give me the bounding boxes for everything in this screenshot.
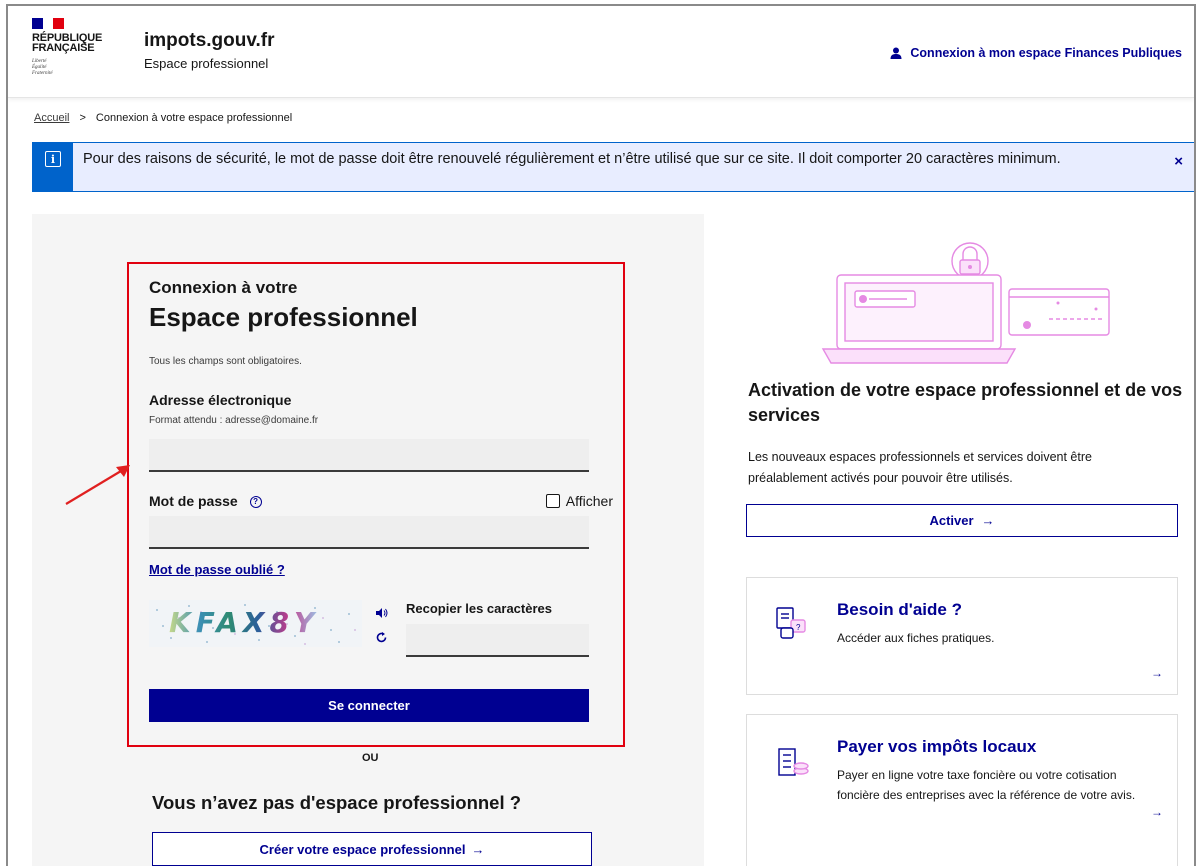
help-documents-icon: ? [776, 607, 806, 639]
header-login-link[interactable]: Connexion à mon espace Finances Publique… [890, 46, 1182, 60]
captcha-text: KFAX8Y [169, 606, 320, 639]
login-title: Espace professionnel [149, 302, 418, 332]
required-fields-note: Tous les champs sont obligatoires. [149, 356, 302, 367]
republic-motto: Liberté Égalité Fraternité [32, 59, 53, 76]
help-card[interactable]: ? Besoin d'aide ? Accéder aux fiches pra… [746, 577, 1178, 695]
laptop-illustration [821, 242, 1110, 364]
republique-francaise-logo[interactable]: RÉPUBLIQUE FRANÇAISE Liberté Égalité Fra… [32, 18, 102, 77]
email-field[interactable] [149, 439, 589, 472]
arrow-right-icon: → [981, 513, 995, 528]
arrow-right-icon: → [1151, 666, 1163, 680]
password-label: Mot de passe [149, 493, 238, 509]
annotation-arrow-icon [65, 465, 130, 505]
no-account-title: Vous n’avez pas d'espace professionnel ? [152, 792, 522, 813]
site-header: RÉPUBLIQUE FRANÇAISE Liberté Égalité Fra… [8, 6, 1194, 98]
login-form: Connexion à votre Espace professionnel T… [127, 262, 625, 747]
notice-text: Pour des raisons de sécurité, le mot de … [83, 151, 1061, 167]
activate-label: Activer [929, 513, 974, 528]
speaker-icon[interactable] [376, 608, 388, 621]
site-title[interactable]: impots.gouv.fr [144, 30, 275, 52]
coins-building-icon [778, 748, 809, 776]
create-account-label: Créer votre espace professionnel [259, 841, 466, 857]
local-taxes-card-description: Payer en ligne votre taxe foncière ou vo… [837, 768, 1136, 802]
help-icon[interactable]: ? [249, 496, 262, 509]
show-password-label: Afficher [565, 493, 613, 509]
captcha-image: KFAX8Y [149, 600, 362, 647]
header-login-label: Connexion à mon espace Finances Publique… [910, 46, 1182, 60]
help-card-description: Accéder aux fiches pratiques. [837, 631, 995, 645]
refresh-icon[interactable] [376, 632, 387, 646]
breadcrumb-current: Connexion à votre espace professionnel [95, 112, 293, 124]
create-account-button[interactable]: Créer votre espace professionnel → [152, 832, 592, 866]
password-field[interactable] [149, 516, 589, 549]
french-flag-icon [32, 18, 65, 29]
activation-title: Activation de votre espace professionnel… [748, 380, 1183, 425]
arrow-right-icon: → [1151, 805, 1163, 819]
login-pretitle: Connexion à votre [149, 278, 298, 297]
login-panel: Connexion à votre Espace professionnel T… [32, 214, 704, 866]
notice-icon-column: i [33, 143, 73, 191]
local-taxes-card[interactable]: Payer vos impôts locaux Payer en ligne v… [746, 714, 1178, 866]
show-password-checkbox[interactable] [545, 494, 560, 508]
user-icon [890, 47, 902, 59]
breadcrumb-separator: > [79, 112, 86, 124]
activate-button[interactable]: Activer → [746, 504, 1178, 537]
login-button[interactable]: Se connecter [149, 689, 589, 722]
or-separator: OU [362, 752, 379, 764]
captcha-label: Recopier les caractères [406, 601, 552, 616]
activation-description: Les nouveaux espaces professionnels et s… [748, 450, 1092, 485]
breadcrumb-home-link[interactable]: Accueil [34, 112, 69, 124]
show-password-toggle[interactable]: Afficher [545, 493, 613, 509]
republic-name: RÉPUBLIQUE FRANÇAISE [32, 32, 103, 54]
breadcrumb: Accueil > Connexion à votre espace profe… [34, 112, 292, 124]
browser-frame: RÉPUBLIQUE FRANÇAISE Liberté Égalité Fra… [6, 4, 1196, 866]
svg-text:?: ? [796, 623, 801, 632]
captcha-field[interactable] [406, 624, 589, 657]
forgot-password-link[interactable]: Mot de passe oublié ? [149, 562, 285, 577]
local-taxes-card-title: Payer vos impôts locaux [837, 737, 1037, 756]
help-card-title: Besoin d'aide ? [837, 600, 962, 619]
info-icon: i [45, 151, 61, 167]
site-subtitle: Espace professionnel [144, 56, 269, 71]
email-label: Adresse électronique [149, 392, 292, 408]
close-icon[interactable]: × [1174, 153, 1183, 170]
password-label-row: Mot de passe ? [149, 493, 262, 509]
email-hint: Format attendu : adresse@domaine.fr [149, 415, 319, 426]
arrow-right-icon: → [471, 841, 485, 857]
security-notice: i Pour des raisons de sécurité, le mot d… [32, 142, 1194, 192]
